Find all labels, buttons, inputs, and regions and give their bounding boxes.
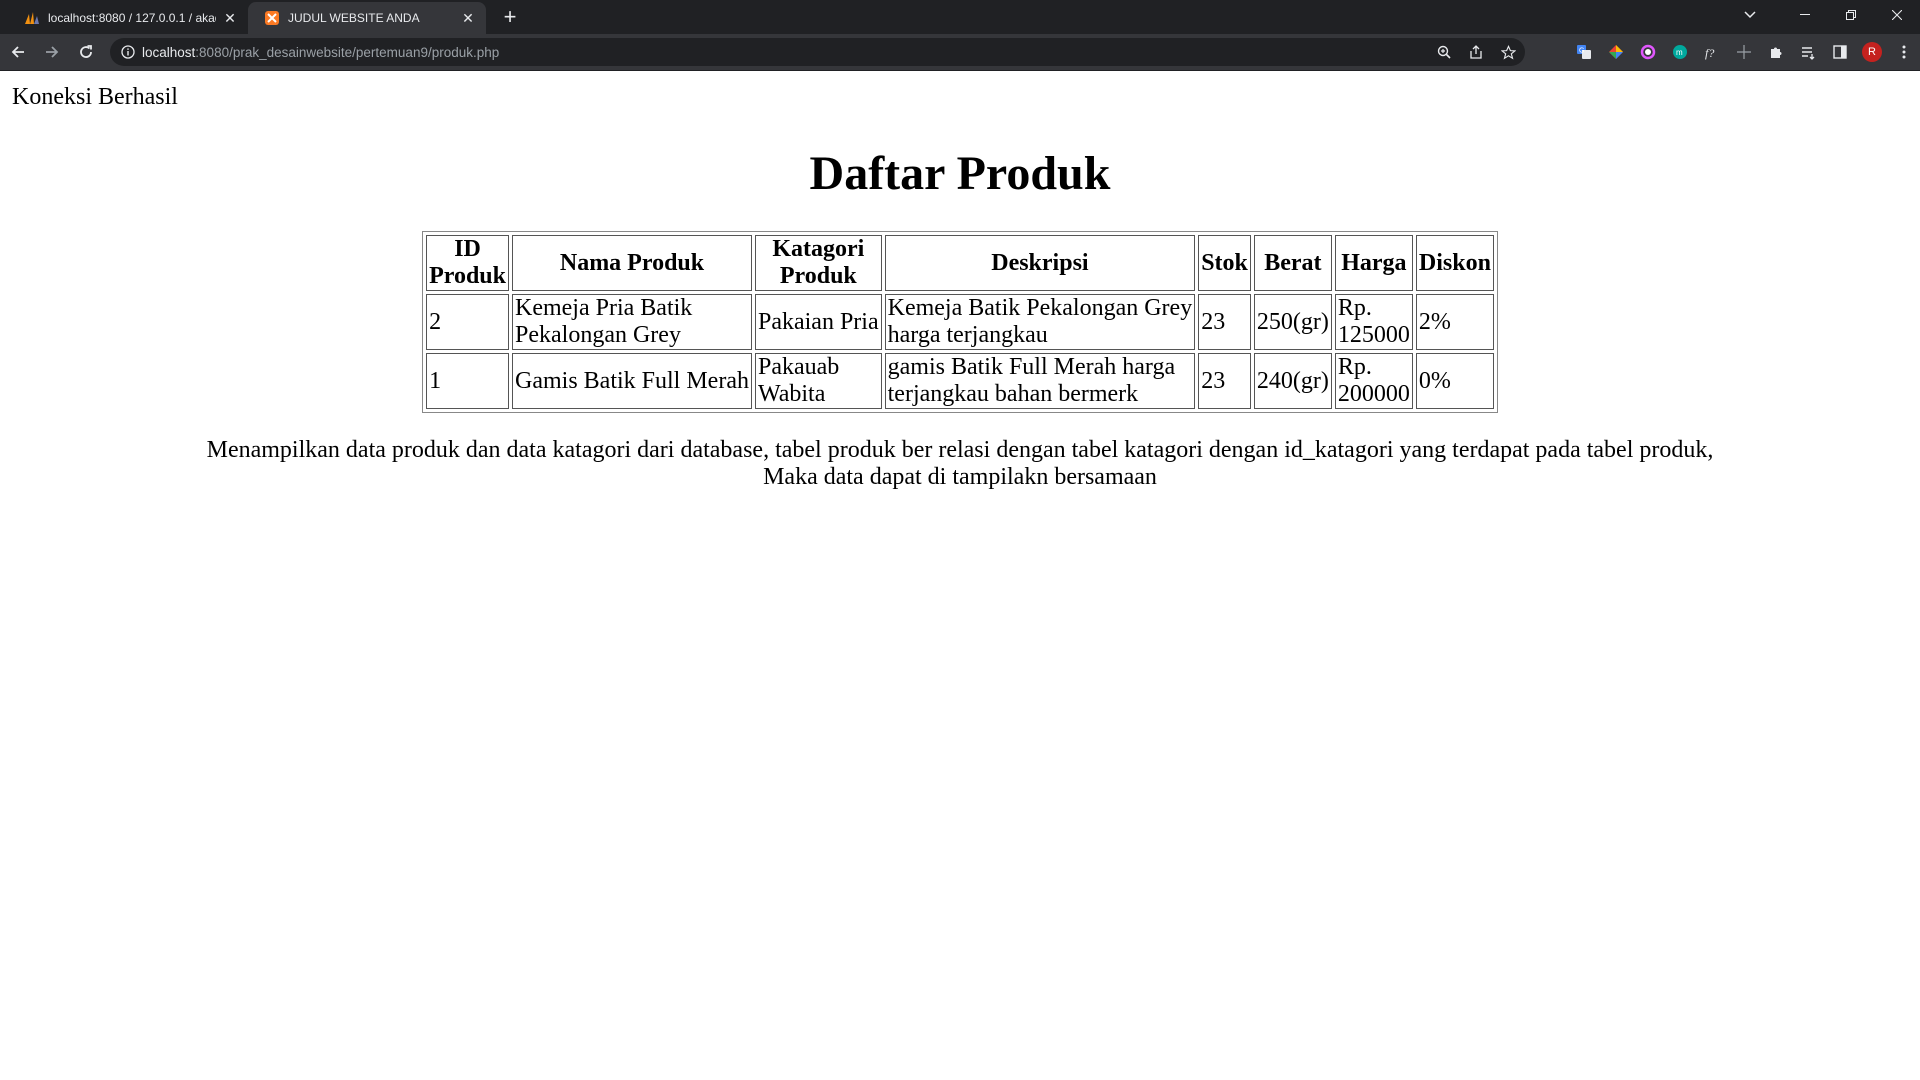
color-picker-extension-icon[interactable] — [1600, 36, 1632, 68]
table-row: 1 Gamis Batik Full Merah Pakauab Wabita gami… — [426, 353, 1494, 409]
close-tab-icon[interactable]: ✕ — [222, 10, 238, 26]
reading-list-icon[interactable] — [1792, 36, 1824, 68]
table-cell: Kemeja Batik Pekalongan Grey harga terjan… — [884, 294, 1196, 350]
table-cell: Gamis Batik Full Merah — [512, 353, 752, 409]
svg-text:G: G — [1579, 48, 1584, 55]
ruler-extension-icon[interactable] — [1728, 36, 1760, 68]
font-extension-icon[interactable]: f? — [1696, 36, 1728, 68]
tab-title: localhost:8080 / 127.0.0.1 / akad — [48, 11, 216, 25]
address-bar-actions — [1433, 38, 1519, 66]
reload-icon[interactable] — [70, 36, 102, 68]
table-cell: 23 — [1198, 353, 1251, 409]
new-tab-button[interactable]: + — [498, 6, 522, 30]
table-cell: 2 — [426, 294, 509, 350]
svg-text:f?: f? — [1705, 46, 1714, 60]
product-table: ID Produk Nama Produk Katagori Produk Deskrip… — [422, 231, 1498, 413]
table-cell: 250(gr) — [1253, 294, 1332, 350]
table-cell: Pakauab Wabita — [754, 353, 882, 409]
url-text: localhost:8080/prak_desainwebsite/pertem… — [142, 45, 499, 60]
m-extension-icon[interactable]: m — [1664, 36, 1696, 68]
table-cell: Kemeja Pria Batik Pekalongan Grey — [512, 294, 752, 350]
tab-strip: localhost:8080 / 127.0.0.1 / akad ✕ JUDU… — [0, 0, 1920, 34]
table-cell: Rp. 200000 — [1334, 353, 1413, 409]
description: Menampilkan data produk dan data katagor… — [12, 437, 1908, 491]
url-host: localhost — [142, 44, 196, 60]
table-header-row: ID Produk Nama Produk Katagori Produk Deskrip… — [426, 235, 1494, 291]
table-cell: 23 — [1198, 294, 1251, 350]
url-path: :8080/prak_desainwebsite/pertemuan9/prod… — [195, 44, 500, 60]
close-tab-icon[interactable]: ✕ — [460, 10, 476, 26]
table-cell: Rp. 125000 — [1334, 294, 1413, 350]
avatar: R — [1862, 42, 1882, 62]
address-bar[interactable]: localhost:8080/prak_desainwebsite/pertem… — [110, 38, 1525, 66]
column-header: Nama Produk — [512, 235, 752, 291]
tab-search-chevron-icon[interactable] — [1734, 0, 1766, 30]
connection-status: Koneksi Berhasil — [12, 84, 178, 110]
xampp-icon — [264, 10, 280, 26]
column-header: Katagori Produk — [754, 235, 882, 291]
forward-arrow-icon[interactable] — [36, 36, 68, 68]
google-translate-icon[interactable]: G — [1568, 36, 1600, 68]
zoom-icon[interactable] — [1433, 41, 1455, 63]
table-cell: 1 — [426, 353, 509, 409]
close-window-icon[interactable] — [1874, 0, 1920, 30]
window-controls — [1782, 0, 1920, 34]
svg-text:m: m — [1676, 48, 1683, 57]
column-header: ID Produk — [426, 235, 509, 291]
table-cell: gamis Batik Full Merah harga terjangkau b… — [884, 353, 1196, 409]
browser-toolbar: localhost:8080/prak_desainwebsite/pertem… — [0, 34, 1920, 71]
puzzle-extensions-icon[interactable] — [1760, 36, 1792, 68]
table-body: 2 Kemeja Pria Batik Pekalongan Grey Pakaian… — [426, 294, 1494, 409]
restore-icon[interactable] — [1828, 0, 1874, 30]
site-info-icon[interactable] — [114, 45, 142, 59]
column-header: Stok — [1198, 235, 1251, 291]
table-cell: 240(gr) — [1253, 353, 1332, 409]
side-panel-icon[interactable] — [1824, 36, 1856, 68]
phpmyadmin-icon — [24, 10, 40, 26]
column-header: Diskon — [1415, 235, 1494, 291]
share-icon[interactable] — [1465, 41, 1487, 63]
menu-kebab-icon[interactable] — [1888, 36, 1920, 68]
tab-phpmyadmin[interactable]: localhost:8080 / 127.0.0.1 / akad ✕ — [8, 2, 248, 34]
back-arrow-icon[interactable] — [2, 36, 34, 68]
ring-extension-icon[interactable] — [1632, 36, 1664, 68]
bookmark-star-icon[interactable] — [1497, 41, 1519, 63]
minimize-icon[interactable] — [1782, 0, 1828, 30]
profile-avatar[interactable]: R — [1856, 36, 1888, 68]
column-header: Harga — [1334, 235, 1413, 291]
page-title: Daftar Produk — [809, 147, 1111, 200]
table-row: 2 Kemeja Pria Batik Pekalongan Grey Pakaian… — [426, 294, 1494, 350]
tab-active-website[interactable]: JUDUL WEBSITE ANDA ✕ — [248, 2, 486, 34]
tab-title: JUDUL WEBSITE ANDA — [288, 11, 420, 25]
description-line: Maka data dapat di tampilakn bersamaan — [763, 464, 1157, 490]
column-header: Deskripsi — [884, 235, 1196, 291]
table-cell: Pakaian Pria — [754, 294, 882, 350]
description-line: Menampilkan data produk dan data katagor… — [206, 437, 1714, 463]
page-content: Koneksi Berhasil Daftar Produk ID Produk N… — [0, 71, 1920, 503]
column-header: Berat — [1253, 235, 1332, 291]
extensions-area: G m f? R — [1568, 34, 1920, 70]
table-cell: 0% — [1415, 353, 1494, 409]
table-cell: 2% — [1415, 294, 1494, 350]
